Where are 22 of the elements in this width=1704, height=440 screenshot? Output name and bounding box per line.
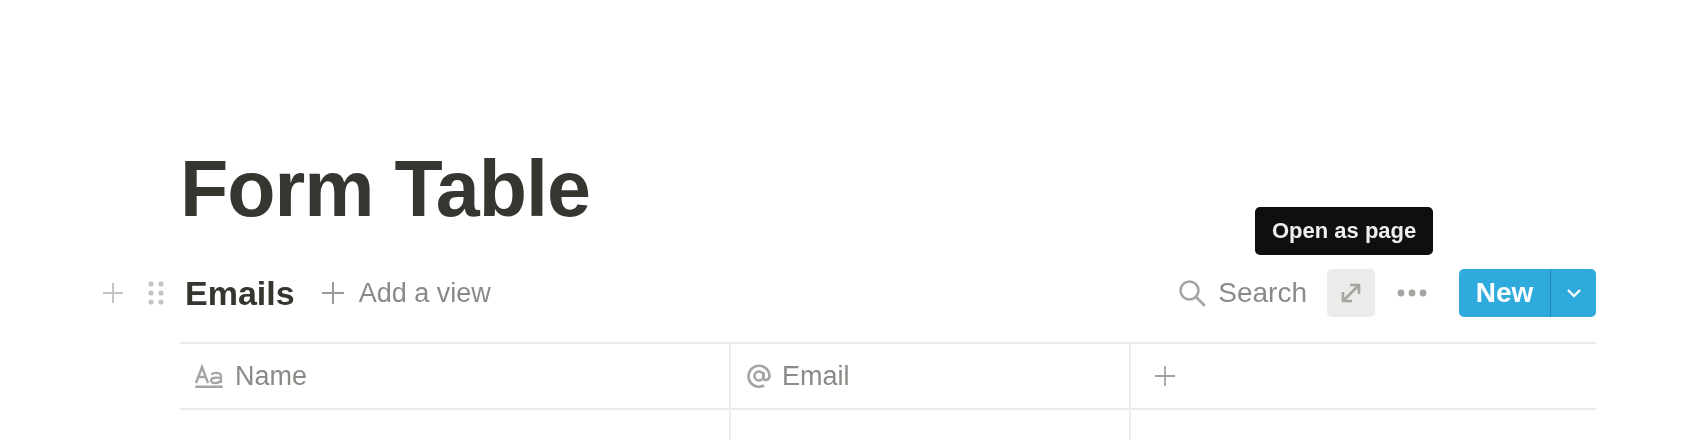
column-name: Name [235,360,308,392]
column-name: Email [782,360,850,392]
search-button[interactable]: Search [1178,277,1307,309]
at-sign-icon [746,363,772,389]
add-column-icon[interactable] [1154,365,1176,387]
add-block-icon[interactable] [102,282,124,304]
column-header[interactable]: Email [731,344,1131,408]
drag-handle-icon[interactable] [148,281,164,305]
text-property-icon [195,364,225,388]
tooltip: Open as page [1255,207,1434,255]
column-header[interactable]: Name [180,344,731,408]
page-title: Form Table [180,144,590,234]
dropdown-button[interactable] [1550,269,1596,317]
view-title[interactable]: Emails [185,273,295,313]
plus-icon [320,281,345,305]
chevron-down-icon [1565,288,1582,298]
more-icon[interactable] [1397,289,1427,297]
search-icon [1178,279,1207,307]
add-view-button[interactable]: Add a view [320,277,491,309]
diagonal-arrows-icon [1339,281,1363,305]
open-as-page-button[interactable] [1327,269,1375,317]
new-button[interactable]: New [1459,269,1550,317]
